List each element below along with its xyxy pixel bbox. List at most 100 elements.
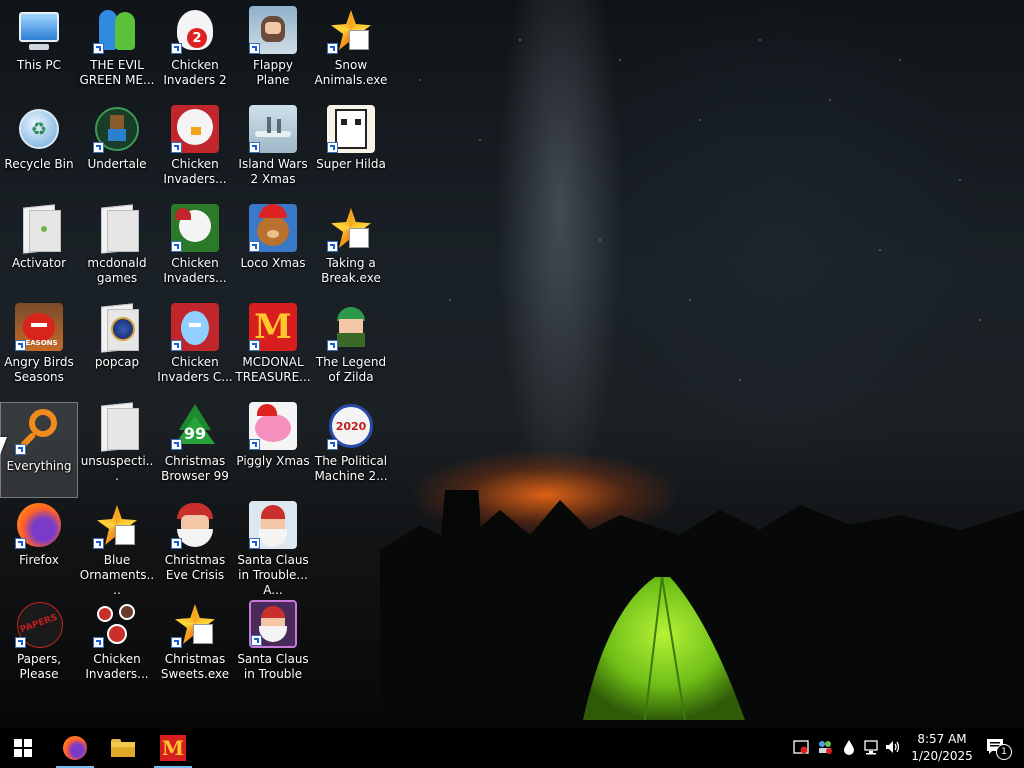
icon-label: Loco Xmas — [240, 256, 306, 270]
clock-date: 1/20/2025 — [911, 749, 973, 763]
icon-label: This PC — [17, 58, 61, 72]
desktop-icon-taking-a-break[interactable]: Taking a Break.exe — [312, 200, 390, 296]
notification-count-badge: 1 — [996, 744, 1012, 760]
desktop-icon-the-political-machine-2[interactable]: 2020 The Political Machine 2... — [312, 398, 390, 494]
angry-birds-icon: SEASONS — [15, 303, 63, 351]
chicken-invaders-icon — [171, 204, 219, 252]
desktop-icon-christmas-browser-99[interactable]: 99 Christmas Browser 99 — [156, 398, 234, 494]
shortcut-arrow-icon — [327, 340, 338, 351]
msn-buddy-icon — [93, 6, 141, 54]
icon-label: Activator — [11, 256, 67, 270]
shortcut-arrow-icon — [171, 340, 182, 351]
taskbar: M 8:57 AM 1/20/2025 1 — [0, 728, 1024, 768]
chicken-invaders-icon — [93, 600, 141, 648]
desktop-icon-the-legend-of-zilda[interactable]: The Legend of Zilda — [312, 299, 390, 395]
icon-label: Blue Ornaments.... — [79, 553, 155, 597]
shortcut-arrow-icon — [171, 538, 182, 549]
icon-label: Papers, Please — [16, 652, 62, 681]
chicken-invaders-icon — [171, 105, 219, 153]
desktop-icon-the-evil-green-me[interactable]: THE EVIL GREEN ME... — [78, 2, 156, 98]
mcdonalds-icon: M — [160, 735, 186, 761]
desktop-icon-angry-birds-seasons[interactable]: SEASONS Angry Birds Seasons — [0, 299, 78, 395]
desktop-icon-super-hilda[interactable]: Super Hilda — [312, 101, 390, 197]
desktop-icon-everything[interactable]: Everything — [0, 402, 78, 498]
hilda-icon — [327, 105, 375, 153]
desktop-icon-recycle-bin[interactable]: ♻ Recycle Bin — [0, 101, 78, 197]
water-drop-icon[interactable] — [840, 738, 858, 756]
papers-please-icon: PAPERS — [15, 600, 63, 648]
icon-label: Chicken Invaders... — [163, 256, 227, 285]
action-center-button[interactable]: 1 — [984, 738, 1012, 760]
desktop-icon-firefox[interactable]: Firefox — [0, 497, 78, 593]
shortcut-arrow-icon — [249, 142, 260, 153]
desktop-icon-mcdonal-treasure[interactable]: M MCDONAL TREASURE... — [234, 299, 312, 395]
desktop-icon-christmas-sweets[interactable]: Christmas Sweets.exe — [156, 596, 234, 692]
santa-icon — [249, 600, 297, 648]
mcdonalds-icon: M — [249, 303, 297, 351]
search-magnifier-icon — [15, 407, 63, 455]
bear-icon — [249, 204, 297, 252]
file-icon — [93, 402, 141, 452]
network-icon[interactable] — [862, 738, 880, 756]
desktop-icon-activator[interactable]: Activator — [0, 200, 78, 296]
santa-icon — [249, 501, 297, 549]
shortcut-arrow-icon — [15, 444, 26, 455]
wallpaper-tent — [583, 576, 745, 721]
icon-label: THE EVIL GREEN ME... — [79, 58, 155, 87]
exe-icon — [327, 204, 375, 252]
desktop-icon-blue-ornaments[interactable]: Blue Ornaments.... — [78, 497, 156, 597]
shortcut-arrow-icon — [327, 142, 338, 153]
desktop-icon-island-wars-2-xmas[interactable]: Island Wars 2 Xmas — [234, 101, 312, 197]
mcdonalds-taskbar-button[interactable]: M — [150, 728, 196, 768]
shortcut-arrow-icon — [249, 241, 260, 252]
icon-label: Undertale — [87, 157, 147, 171]
desktop-icon-chicken-invaders-2[interactable]: 2 Chicken Invaders 2 — [156, 2, 234, 98]
desktop-icon-papers-please[interactable]: PAPERS Papers, Please — [0, 596, 78, 692]
icon-label: Flappy Plane — [253, 58, 293, 87]
icon-label: Christmas Browser 99 — [161, 454, 229, 483]
desktop-icon-undertale[interactable]: Undertale — [78, 101, 156, 197]
shortcut-arrow-icon — [327, 241, 338, 252]
desktop-icon-chicken-invaders-christmas[interactable]: Chicken Invaders C... — [156, 299, 234, 395]
icon-label: Christmas Sweets.exe — [160, 652, 230, 681]
windows-logo-icon — [14, 739, 32, 757]
desktop-icon-loco-xmas[interactable]: Loco Xmas — [234, 200, 312, 296]
icon-label: Everything — [6, 459, 72, 473]
desktop-icon-piggly-xmas[interactable]: Piggly Xmas — [234, 398, 312, 494]
desktop-icon-unsuspecti[interactable]: unsuspecti... — [78, 398, 156, 494]
desktop-icon-santa-claus-in-trouble-a[interactable]: Santa Claus in Trouble... A... — [234, 497, 312, 597]
desktop-icon-popcap[interactable]: popcap — [78, 299, 156, 395]
santa-icon — [171, 501, 219, 549]
icon-label: mcdonald games — [87, 256, 147, 285]
security-shield-icon[interactable] — [792, 738, 810, 756]
shortcut-arrow-icon — [251, 635, 262, 646]
desktop-icon-chicken-invaders-b[interactable]: Chicken Invaders... — [156, 101, 234, 197]
desktop-icon-christmas-eve-crisis[interactable]: Christmas Eve Crisis — [156, 497, 234, 593]
desktop-icon-mcdonald-games[interactable]: mcdonald games — [78, 200, 156, 296]
file-explorer-taskbar-button[interactable] — [100, 728, 146, 768]
icon-label: Chicken Invaders C... — [157, 355, 233, 384]
pig-icon — [249, 402, 297, 450]
desktop-icon-this-pc[interactable]: This PC — [0, 2, 78, 98]
chicken-invaders-icon — [171, 303, 219, 351]
start-button[interactable] — [0, 728, 46, 768]
clock[interactable]: 8:57 AM 1/20/2025 — [906, 728, 978, 768]
icon-label: MCDONAL TREASURE... — [235, 355, 311, 384]
shortcut-arrow-icon — [249, 439, 260, 450]
desktop-icon-chicken-invaders-c[interactable]: Chicken Invaders... — [156, 200, 234, 296]
icon-label: Santa Claus in Trouble — [237, 652, 309, 681]
volume-icon[interactable] — [884, 738, 902, 756]
icon-label: popcap — [94, 355, 140, 369]
icon-label: Piggly Xmas — [236, 454, 310, 468]
shortcut-arrow-icon — [171, 241, 182, 252]
people-icon[interactable] — [816, 738, 834, 756]
firefox-taskbar-button[interactable] — [52, 728, 98, 768]
exe-icon — [93, 501, 141, 549]
desktop-icon-chicken-invaders-a[interactable]: Chicken Invaders... — [78, 596, 156, 692]
icon-label: The Legend of Zilda — [315, 355, 387, 384]
desktop-icon-flappy-plane[interactable]: Flappy Plane — [234, 2, 312, 98]
firefox-icon — [63, 736, 87, 760]
desktop-icon-santa-claus-in-trouble[interactable]: Santa Claus in Trouble — [234, 596, 312, 692]
desktop-icon-snow-animals[interactable]: Snow Animals.exe — [312, 2, 390, 98]
icon-label: Island Wars 2 Xmas — [238, 157, 308, 186]
